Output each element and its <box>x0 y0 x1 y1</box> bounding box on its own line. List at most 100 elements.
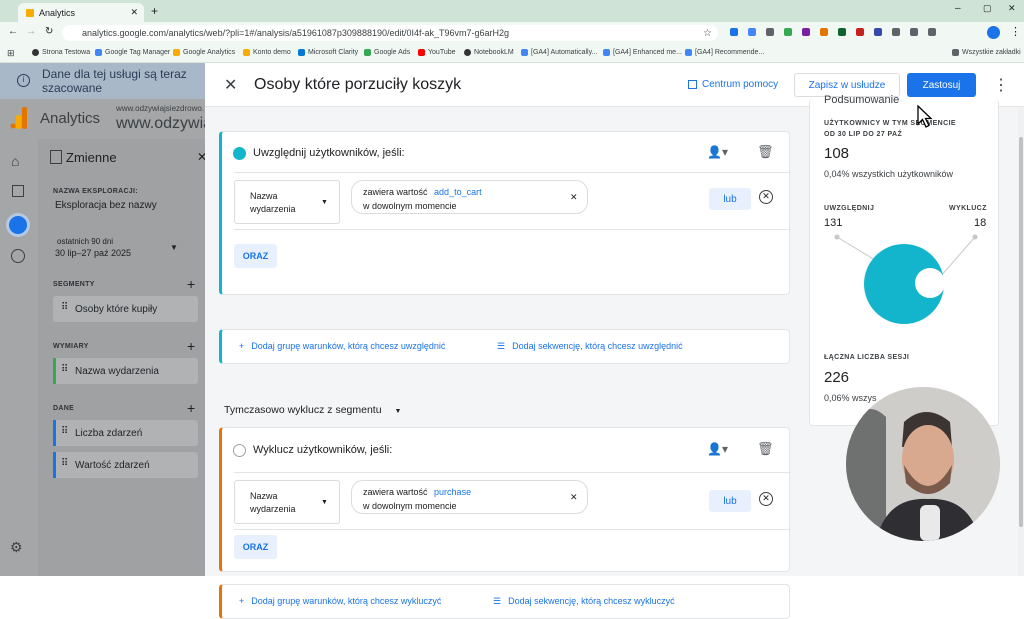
extension-icon[interactable] <box>766 28 774 36</box>
bookmark-item[interactable]: Google Analytics <box>173 49 235 56</box>
condition-chip[interactable]: zawiera wartość add_to_cart w dowolnym m… <box>351 180 588 214</box>
temp-exclude-dropdown[interactable]: Tymczasowo wyklucz z segmentu ▼ <box>224 404 401 416</box>
apply-button[interactable]: Zastosuj <box>907 73 976 97</box>
scrollbar[interactable] <box>1018 107 1024 576</box>
and-button[interactable]: ORAZ <box>234 244 277 268</box>
dimensions-label: WYMIARY <box>53 343 89 350</box>
add-include-sequence-link[interactable]: ☰ Dodaj sekwencję, którą chcesz uwzględni… <box>497 341 683 352</box>
bookmark-item[interactable]: Strona Testowa <box>32 49 90 56</box>
segment-chip[interactable]: ⠿ Osoby które kupiły <box>53 296 198 322</box>
extension-icon[interactable] <box>838 28 846 36</box>
remove-condition-icon[interactable]: ✕ <box>570 490 578 504</box>
all-bookmarks[interactable]: Wszystkie zakładki <box>952 49 1021 56</box>
browser-menu-icon[interactable]: ⋮ <box>1010 25 1021 38</box>
segment-title[interactable]: Osoby które porzuciły koszyk <box>254 76 461 94</box>
browser-tab-strip: Analytics ✕ + – ▢ ✕ <box>0 0 1024 22</box>
bookmark-item[interactable]: YouTube <box>418 49 456 56</box>
apps-icon[interactable]: ⊞ <box>7 48 15 59</box>
reports-icon[interactable] <box>12 185 24 197</box>
new-tab-icon[interactable]: + <box>151 4 158 18</box>
exploration-name[interactable]: Eksploracja bez nazwy <box>55 200 157 211</box>
notebook-icon <box>464 49 471 56</box>
window-minimize-icon[interactable]: – <box>955 3 961 14</box>
metric-chip[interactable]: ⠿ Liczba zdarzeń <box>53 420 198 446</box>
left-nav-rail: ⌂ ⚙ <box>0 139 38 576</box>
add-metric-icon[interactable]: + <box>187 400 195 416</box>
bookmark-item[interactable]: NotebookLM <box>464 49 514 56</box>
remove-row-icon[interactable]: ✕ <box>759 492 773 506</box>
scrollbar-thumb[interactable] <box>1019 137 1023 527</box>
remove-row-icon[interactable]: ✕ <box>759 190 773 204</box>
extension-icon[interactable] <box>730 28 738 36</box>
close-icon[interactable]: ✕ <box>224 75 237 95</box>
add-dimension-icon[interactable]: + <box>187 338 195 354</box>
back-icon[interactable]: ← <box>8 26 18 37</box>
scope-user-icon[interactable]: 👤▾ <box>707 145 728 159</box>
extension-icon[interactable] <box>802 28 810 36</box>
dimension-chip[interactable]: ⠿ Nazwa wydarzenia <box>53 358 198 384</box>
plus-icon: + <box>239 596 245 606</box>
settings-gear-icon[interactable]: ⚙ <box>10 539 23 556</box>
date-range[interactable]: 30 lip–27 paź 2025 <box>55 248 131 258</box>
extension-icon[interactable] <box>856 28 864 36</box>
exclude-add-row: + Dodaj grupę warunków, którą chcesz wykl… <box>219 584 790 619</box>
drag-handle-icon[interactable]: ⠿ <box>61 302 68 313</box>
bookmark-item[interactable]: [GA4] Enhanced me... <box>603 49 682 56</box>
add-segment-icon[interactable]: + <box>187 276 195 292</box>
bookmark-item[interactable]: Google Ads <box>364 49 410 56</box>
drag-handle-icon[interactable]: ⠿ <box>61 364 68 375</box>
bookmark-item[interactable]: [GA4] Recommende... <box>685 49 764 56</box>
delete-icon[interactable]: 🗑 <box>757 144 774 160</box>
extension-icon[interactable] <box>928 28 936 36</box>
or-button[interactable]: lub <box>709 188 751 210</box>
profile-avatar[interactable] <box>987 26 1000 39</box>
home-icon[interactable]: ⌂ <box>11 153 19 169</box>
drag-handle-icon[interactable]: ⠿ <box>61 426 68 437</box>
bookmark-item[interactable]: Microsoft Clarity <box>298 49 358 56</box>
remove-condition-icon[interactable]: ✕ <box>570 190 578 204</box>
more-menu-icon[interactable]: ⋮ <box>993 75 1009 95</box>
extension-icon[interactable] <box>892 28 900 36</box>
forward-icon[interactable]: → <box>26 26 36 37</box>
extension-icon[interactable] <box>874 28 882 36</box>
bookmark-item[interactable]: [GA4] Automatically... <box>521 49 597 56</box>
explore-icon[interactable] <box>6 213 30 237</box>
add-exclude-sequence-link[interactable]: ☰ Dodaj sekwencję, którą chcesz wykluczyć <box>493 596 675 607</box>
dimension-select[interactable]: Nazwa wydarzenia ▼ <box>234 480 340 524</box>
url-bar[interactable]: analytics.google.com/analytics/web/?pli=… <box>62 25 718 41</box>
and-button[interactable]: ORAZ <box>234 535 277 559</box>
window-close-icon[interactable]: ✕ <box>1008 3 1016 14</box>
extension-icon[interactable] <box>784 28 792 36</box>
summary-card: Podsumowanie UŻYTKOWNICY W TYM SEGMENCIE… <box>809 94 999 426</box>
delete-icon[interactable]: 🗑 <box>757 441 774 457</box>
bookmark-star-icon[interactable]: ☆ <box>703 28 712 39</box>
add-exclude-group-link[interactable]: + Dodaj grupę warunków, którą chcesz wykl… <box>239 596 441 606</box>
bookmark-item[interactable]: Google Tag Manager <box>95 49 170 56</box>
folder-icon <box>952 49 959 56</box>
extension-icons <box>730 28 936 36</box>
window-maximize-icon[interactable]: ▢ <box>983 3 992 14</box>
add-include-group-link[interactable]: + Dodaj grupę warunków, którą chcesz uwzg… <box>239 341 445 351</box>
date-dropdown-icon[interactable]: ▼ <box>170 243 178 252</box>
date-range-label[interactable]: ostatnich 90 dni <box>57 237 113 246</box>
bookmark-item[interactable]: Konto demo <box>243 49 291 56</box>
extension-icon[interactable] <box>748 28 756 36</box>
condition-chip[interactable]: zawiera wartość purchase w dowolnym mome… <box>351 480 588 514</box>
help-link[interactable]: Centrum pomocy <box>688 79 778 90</box>
google-icon <box>603 49 610 56</box>
metric-chip[interactable]: ⠿ Wartość zdarzeń <box>53 452 198 478</box>
extension-icon[interactable] <box>910 28 918 36</box>
property-name[interactable]: www.odzywia <box>116 115 212 133</box>
scope-user-icon[interactable]: 👤▾ <box>707 442 728 456</box>
dimension-select[interactable]: Nazwa wydarzenia ▼ <box>234 180 340 224</box>
condition-value: add_to_cart <box>434 187 482 197</box>
drag-handle-icon[interactable]: ⠿ <box>61 458 68 469</box>
browser-tab[interactable]: Analytics ✕ <box>18 3 144 22</box>
sequence-icon: ☰ <box>497 341 506 351</box>
advertising-icon[interactable] <box>11 249 25 263</box>
or-button[interactable]: lub <box>709 490 751 512</box>
tab-close-icon[interactable]: ✕ <box>130 7 138 18</box>
reload-icon[interactable]: ↻ <box>45 26 53 37</box>
extension-icon[interactable] <box>820 28 828 36</box>
variables-collapse-icon[interactable] <box>50 150 62 164</box>
